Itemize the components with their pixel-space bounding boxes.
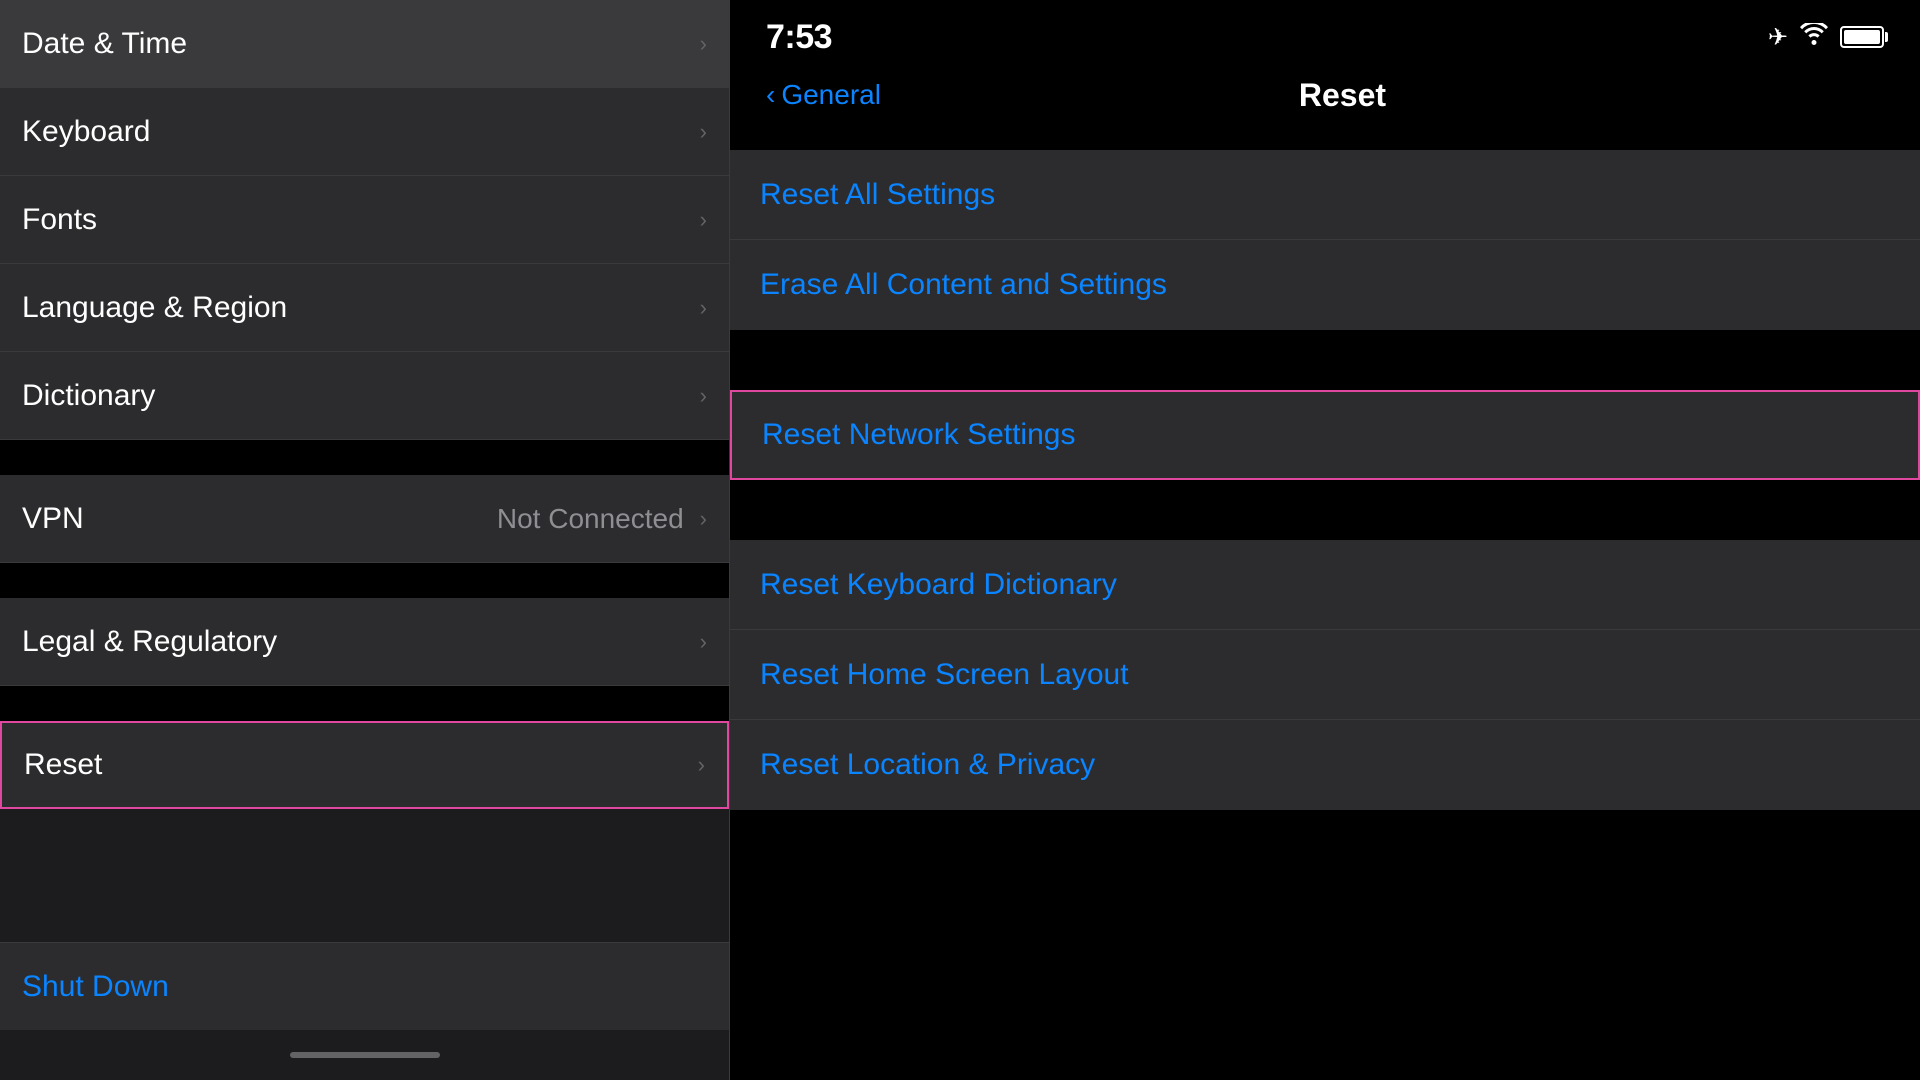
section-gap [0, 686, 729, 721]
section-gap [0, 440, 729, 475]
section-gap [0, 563, 729, 598]
settings-item-reset[interactable]: Reset › [0, 721, 729, 809]
back-label: General [781, 79, 881, 111]
reset-location-privacy-item[interactable]: Reset Location & Privacy [730, 720, 1920, 810]
chevron-icon: › [700, 506, 707, 532]
settings-item-right: › [700, 295, 707, 321]
page-title: Reset [881, 77, 1804, 114]
status-time: 7:53 [766, 18, 832, 57]
back-button[interactable]: ‹ General [766, 79, 881, 111]
settings-item-right: › [700, 31, 707, 57]
home-bar [290, 1052, 440, 1058]
settings-item-right: › [698, 752, 705, 778]
chevron-icon: › [700, 383, 707, 409]
battery-icon [1840, 26, 1884, 48]
settings-item-right: Not Connected › [497, 503, 707, 535]
right-panel: 7:53 ✈ ‹ General Reset Re [730, 0, 1920, 1080]
status-bar: 7:53 ✈ [730, 0, 1920, 60]
reset-gap2 [730, 510, 1920, 540]
reset-gap [730, 360, 1920, 390]
chevron-icon: › [700, 119, 707, 145]
chevron-icon: › [700, 31, 707, 57]
settings-item-legal[interactable]: Legal & Regulatory › [0, 598, 729, 686]
reset-keyboard-item[interactable]: Reset Keyboard Dictionary [730, 540, 1920, 630]
chevron-icon: › [700, 629, 707, 655]
settings-list: Date & Time › Keyboard › Fonts › Languag… [0, 0, 729, 942]
reset-all-settings-item[interactable]: Reset All Settings [730, 150, 1920, 240]
shutdown-item[interactable]: Shut Down [0, 942, 729, 1030]
left-panel: Date & Time › Keyboard › Fonts › Languag… [0, 0, 730, 1080]
status-icons: ✈ [1768, 23, 1884, 52]
settings-item-right: › [700, 207, 707, 233]
settings-item-right: › [700, 383, 707, 409]
reset-section-group3: Reset Keyboard Dictionary Reset Home Scr… [730, 540, 1920, 810]
reset-home-screen-item[interactable]: Reset Home Screen Layout [730, 630, 1920, 720]
reset-section-group1: Reset All Settings Erase All Content and… [730, 150, 1920, 330]
reset-network-item[interactable]: Reset Network Settings [730, 390, 1920, 480]
erase-all-item[interactable]: Erase All Content and Settings [730, 240, 1920, 330]
reset-list: Reset All Settings Erase All Content and… [730, 130, 1920, 1080]
reset-section-group2: Reset Network Settings [730, 390, 1920, 480]
chevron-icon: › [698, 752, 705, 778]
settings-item-dictionary[interactable]: Dictionary › [0, 352, 729, 440]
settings-item-right: › [700, 119, 707, 145]
battery-fill [1844, 30, 1880, 44]
settings-item-fonts[interactable]: Fonts › [0, 176, 729, 264]
settings-item-date-time[interactable]: Date & Time › [0, 0, 729, 88]
chevron-icon: › [700, 207, 707, 233]
home-indicator [0, 1030, 729, 1080]
wifi-icon [1800, 23, 1828, 52]
back-chevron-icon: ‹ [766, 79, 775, 111]
settings-item-keyboard[interactable]: Keyboard › [0, 88, 729, 176]
settings-item-vpn[interactable]: VPN Not Connected › [0, 475, 729, 563]
settings-item-right: › [700, 629, 707, 655]
airplane-icon: ✈ [1768, 23, 1788, 52]
chevron-icon: › [700, 295, 707, 321]
nav-bar: ‹ General Reset [730, 60, 1920, 130]
settings-item-language-region[interactable]: Language & Region › [0, 264, 729, 352]
